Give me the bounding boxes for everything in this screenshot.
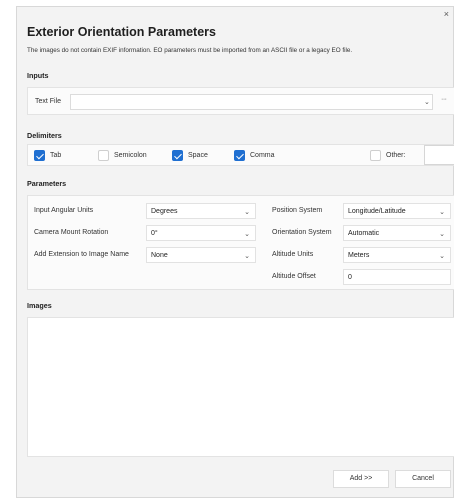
text-file-label: Text File [35, 98, 62, 105]
altitude-units-select[interactable]: Meters ⌄ [343, 247, 451, 263]
chevron-down-icon: ⌄ [439, 209, 445, 216]
text-file-input[interactable] [70, 94, 433, 110]
orientation-system-select[interactable]: Automatic ⌄ [343, 225, 451, 241]
tab-label: Tab [50, 152, 62, 159]
delimiters-section-label: Delimiters [27, 131, 62, 140]
chevron-down-icon: ⌄ [439, 253, 445, 260]
input-angular-units-select[interactable]: Degrees ⌄ [146, 203, 256, 219]
chevron-down-icon: ⌄ [244, 253, 250, 260]
close-icon[interactable]: × [444, 9, 449, 19]
comma-label: Comma [250, 152, 275, 159]
other-delimiter-input[interactable] [424, 145, 454, 165]
altitude-units-label: Altitude Units [272, 251, 314, 258]
altitude-units-value: Meters [348, 252, 370, 259]
parameters-section-label: Parameters [27, 179, 67, 188]
other-label: Other: [386, 152, 406, 159]
cancel-button[interactable]: Cancel [395, 470, 451, 488]
comma-checkbox[interactable] [234, 150, 245, 161]
camera-mount-rotation-value: 0° [151, 230, 158, 237]
input-angular-units-value: Degrees [151, 208, 178, 215]
browse-button[interactable]: ··· [441, 96, 447, 103]
chevron-down-icon: ⌄ [244, 209, 250, 216]
position-system-label: Position System [272, 207, 323, 214]
position-system-value: Longitude/Latitude [348, 208, 406, 215]
dialog-title: Exterior Orientation Parameters [27, 25, 216, 39]
delimiters-panel: Tab Semicolon Space Comma Other: [27, 144, 454, 166]
input-angular-units-label: Input Angular Units [34, 207, 94, 214]
dialog-subtitle: The images do not contain EXIF informati… [27, 47, 353, 54]
eo-dialog: × Exterior Orientation Parameters The im… [16, 6, 454, 498]
images-section-label: Images [27, 301, 52, 310]
add-button[interactable]: Add >> [333, 470, 389, 488]
chevron-down-icon: ⌄ [244, 231, 250, 238]
position-system-select[interactable]: Longitude/Latitude ⌄ [343, 203, 451, 219]
semicolon-label: Semicolon [114, 152, 147, 159]
altitude-offset-label: Altitude Offset [272, 273, 316, 280]
chevron-down-icon: ⌄ [439, 231, 445, 238]
camera-mount-rotation-select[interactable]: 0° ⌄ [146, 225, 256, 241]
chevron-down-icon[interactable]: ⌄ [424, 98, 430, 106]
space-label: Space [188, 152, 208, 159]
images-list[interactable] [27, 317, 454, 457]
altitude-offset-value: 0 [348, 274, 352, 281]
space-checkbox[interactable] [172, 150, 183, 161]
orientation-system-value: Automatic [348, 230, 380, 237]
inputs-section-label: Inputs [27, 71, 49, 80]
inputs-panel: Text File ⌄ ··· [27, 87, 454, 115]
semicolon-checkbox[interactable] [98, 150, 109, 161]
tab-checkbox[interactable] [34, 150, 45, 161]
add-extension-label: Add Extension to Image Name [34, 251, 129, 258]
camera-mount-rotation-label: Camera Mount Rotation [34, 229, 109, 236]
other-checkbox[interactable] [370, 150, 381, 161]
orientation-system-label: Orientation System [272, 229, 332, 236]
add-extension-value: None [151, 252, 168, 259]
altitude-offset-input[interactable]: 0 [343, 269, 451, 285]
parameters-panel: Input Angular Units Degrees ⌄ Camera Mou… [27, 195, 454, 290]
add-extension-select[interactable]: None ⌄ [146, 247, 256, 263]
